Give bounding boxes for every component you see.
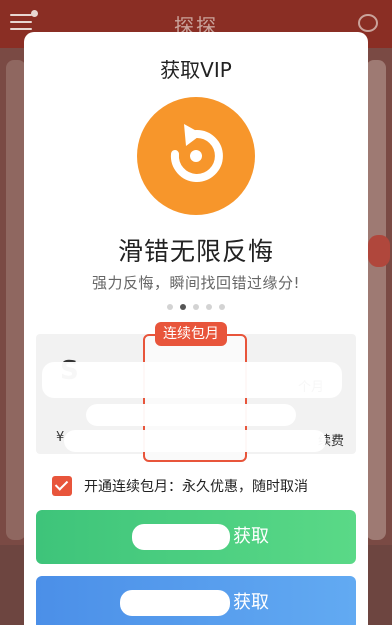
redaction-mark bbox=[132, 524, 230, 550]
purchase-button-secondary-label: 获取 bbox=[233, 592, 269, 613]
vip-modal: 获取VIP 滑错无限反悔 强力反悔，瞬间找回错过缘分! 连续包月 S 个月 ¥ … bbox=[24, 32, 368, 625]
feature-description: 强力反悔，瞬间找回错过缘分! bbox=[91, 274, 300, 292]
background-card-left bbox=[6, 60, 26, 540]
carousel-dot[interactable] bbox=[219, 304, 225, 310]
redaction-mark bbox=[120, 590, 230, 616]
agreement-row[interactable]: 开通连续包月：永久优惠，随时取消 bbox=[52, 476, 308, 496]
modal-title: 获取VIP bbox=[160, 58, 232, 82]
agreement-label: 开通连续包月：永久优惠，随时取消 bbox=[84, 479, 308, 495]
carousel-dot[interactable] bbox=[206, 304, 212, 310]
purchase-button-primary-label: 获取 bbox=[233, 526, 269, 547]
plan-price-bottom-left: ¥ bbox=[56, 430, 65, 445]
carousel-dots[interactable] bbox=[24, 304, 368, 310]
carousel-dot[interactable] bbox=[167, 304, 173, 310]
purchase-button-secondary[interactable]: 获取 bbox=[36, 576, 356, 625]
background-card-right bbox=[366, 60, 390, 540]
feature-icon-circle bbox=[137, 97, 255, 215]
redaction-mark bbox=[64, 430, 326, 452]
plan-badge: 连续包月 bbox=[155, 322, 227, 346]
undo-arrow-icon bbox=[170, 124, 223, 182]
purchase-button-primary[interactable]: 获取 bbox=[36, 510, 356, 564]
feature-title: 滑错无限反悔 bbox=[117, 237, 274, 266]
redaction-mark bbox=[42, 362, 342, 398]
plan-selector[interactable]: 连续包月 S 个月 ¥ 续费 bbox=[36, 322, 356, 462]
carousel-dot[interactable] bbox=[193, 304, 199, 310]
redaction-mark bbox=[86, 404, 296, 426]
agreement-checkbox[interactable] bbox=[52, 476, 72, 496]
chat-icon[interactable] bbox=[358, 14, 378, 32]
carousel-dot-active[interactable] bbox=[180, 304, 186, 310]
